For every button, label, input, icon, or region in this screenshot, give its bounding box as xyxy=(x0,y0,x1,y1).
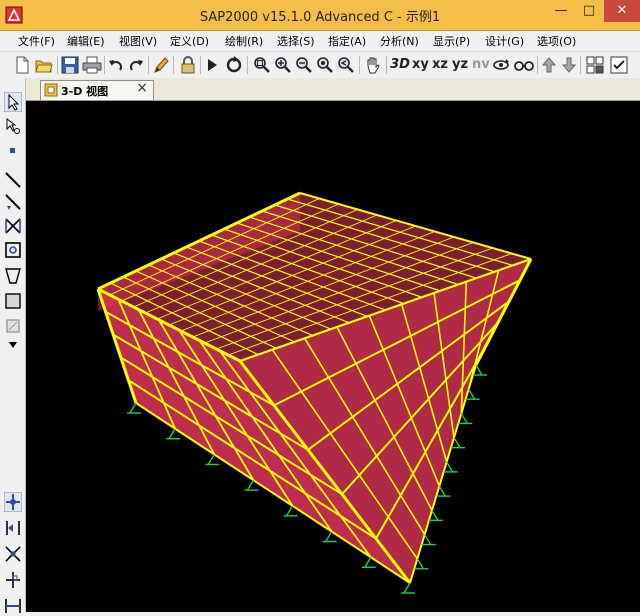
snap-line-icon[interactable] xyxy=(4,596,22,616)
menu-define[interactable]: 定义(D) xyxy=(170,33,209,49)
window-title: SAP2000 v15.1.0 Advanced C - 示例1 xyxy=(199,10,441,25)
zoom-extents-icon[interactable] xyxy=(316,55,334,75)
left-toolbar xyxy=(0,78,26,613)
lock-icon[interactable] xyxy=(180,55,196,75)
restraint-support xyxy=(285,505,294,517)
rotate-icon[interactable] xyxy=(492,55,510,75)
menu-display[interactable]: 显示(P) xyxy=(433,33,470,49)
reshape-icon[interactable] xyxy=(4,116,22,136)
menu-edit[interactable]: 编辑(E) xyxy=(67,33,105,49)
save-icon[interactable] xyxy=(61,55,79,75)
snap-joint-icon[interactable] xyxy=(4,492,22,512)
menu-options[interactable]: 选项(O) xyxy=(537,33,576,49)
close-button[interactable]: ✕ xyxy=(604,0,640,22)
zoom-out-icon[interactable] xyxy=(295,55,313,75)
draw-frame-icon[interactable] xyxy=(4,170,22,190)
zoom-window-icon[interactable] xyxy=(253,55,271,75)
view-nv-label: nv xyxy=(472,57,490,72)
restraint-support xyxy=(325,531,333,542)
snap-perpendicular-icon[interactable] xyxy=(4,570,22,590)
refresh-icon[interactable] xyxy=(225,55,243,75)
arrow-up-icon[interactable] xyxy=(542,55,556,75)
pan-hand-icon[interactable] xyxy=(364,55,382,75)
pencil-icon[interactable] xyxy=(153,55,169,75)
restraint-support xyxy=(446,461,454,473)
menu-design[interactable]: 设计(G) xyxy=(485,33,524,49)
open-icon[interactable] xyxy=(35,55,53,75)
minimize-button[interactable]: — xyxy=(548,0,574,22)
zoom-in-icon[interactable] xyxy=(274,55,292,75)
main-toolbar: 3D xy xz yz nv xyxy=(0,51,640,79)
tab-close-button[interactable]: × xyxy=(136,80,148,96)
perspective-icon[interactable] xyxy=(514,55,534,75)
restraint-support xyxy=(403,582,411,594)
restraint-support xyxy=(364,556,372,568)
restraint-support xyxy=(431,509,439,521)
pointer-icon[interactable] xyxy=(4,92,22,112)
menu-assign[interactable]: 指定(A) xyxy=(328,33,366,49)
restraint-support xyxy=(460,413,468,424)
expand-toolbar-icon[interactable] xyxy=(4,341,22,349)
snap-intersection-icon[interactable] xyxy=(4,544,22,564)
menu-file[interactable]: 文件(F) xyxy=(18,33,55,49)
checkbox-icon[interactable] xyxy=(610,55,628,75)
quick-frame-icon[interactable] xyxy=(4,192,22,212)
arrow-down-icon[interactable] xyxy=(562,55,576,75)
draw-poly-area-icon[interactable] xyxy=(4,266,22,286)
draw-area-icon[interactable] xyxy=(4,240,22,260)
view-3d-label: 3D xyxy=(390,57,410,72)
restraint-support xyxy=(424,534,432,545)
draw-brace-icon[interactable] xyxy=(4,216,22,236)
view-yz-button[interactable]: yz xyxy=(452,55,468,75)
undo-icon[interactable] xyxy=(108,55,124,75)
draw-rect-area-icon[interactable] xyxy=(4,291,22,311)
restraint-support xyxy=(475,364,483,376)
view-xz-button[interactable]: xz xyxy=(432,55,448,75)
draw-joint-icon[interactable] xyxy=(4,140,22,160)
menu-analyze[interactable]: 分析(N) xyxy=(380,33,419,49)
menu-view[interactable]: 视图(V) xyxy=(119,33,157,49)
view-xz-label: xz xyxy=(432,57,448,72)
restraint-support xyxy=(168,428,176,440)
restraint-support xyxy=(468,388,476,400)
restraint-support xyxy=(438,485,446,497)
view-xy-label: xy xyxy=(412,57,429,72)
zoom-previous-icon[interactable] xyxy=(337,55,355,75)
tab-3d-view[interactable]: 3-D 视图 × xyxy=(40,80,154,100)
structure-model-drawing xyxy=(96,191,533,594)
new-icon[interactable] xyxy=(14,55,30,75)
view-3d-button[interactable]: 3D xyxy=(390,55,410,75)
print-icon[interactable] xyxy=(82,55,102,75)
restraint-support xyxy=(246,479,255,491)
restraint-support xyxy=(416,558,424,570)
restraint-support xyxy=(207,454,215,465)
title-bar: SAP2000 v15.1.0 Advanced C - 示例1 — □ ✕ xyxy=(0,0,640,31)
model-3d-viewport[interactable] xyxy=(26,101,640,612)
menu-bar: 文件(F) 编辑(E) 视图(V) 定义(D) 绘制(R) 选择(S) 指定(A… xyxy=(0,31,640,50)
maximize-button[interactable]: □ xyxy=(576,0,602,22)
restraint-support xyxy=(453,437,461,449)
view-tab-strip: 3-D 视图 × xyxy=(26,78,640,101)
view-nv-button[interactable]: nv xyxy=(472,55,490,75)
restraint-support xyxy=(129,402,137,414)
view-yz-label: yz xyxy=(452,57,469,72)
model-view-icon xyxy=(44,83,58,97)
run-icon[interactable] xyxy=(206,55,218,75)
grid-icon[interactable] xyxy=(586,55,604,75)
snap-end-icon[interactable] xyxy=(4,518,22,538)
menu-draw[interactable]: 绘制(R) xyxy=(225,33,263,49)
menu-select[interactable]: 选择(S) xyxy=(277,33,315,49)
view-xy-button[interactable]: xy xyxy=(412,55,429,75)
tab-label: 3-D 视图 xyxy=(61,85,109,98)
draw-solid-icon[interactable] xyxy=(4,316,22,336)
redo-icon[interactable] xyxy=(128,55,144,75)
